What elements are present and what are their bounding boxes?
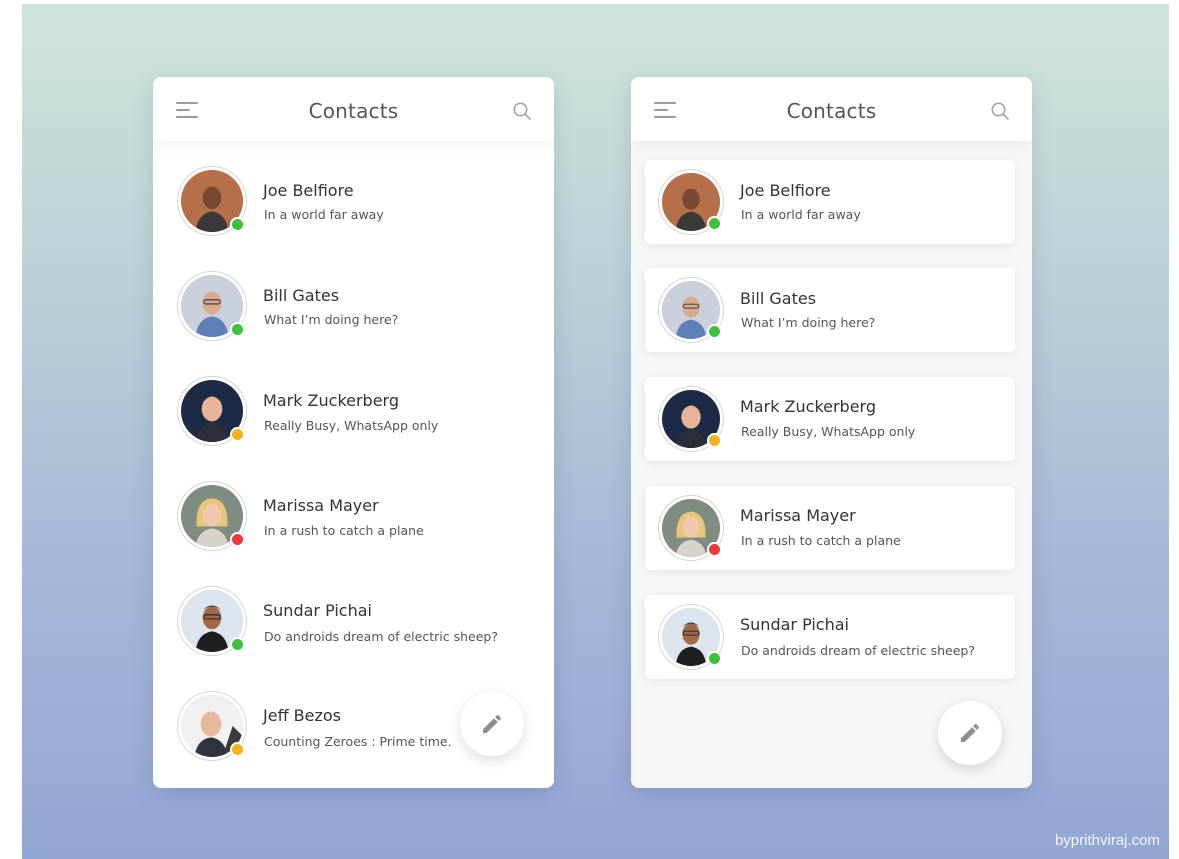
contact-status: Do androids dream of electric sheep? xyxy=(264,629,498,644)
contact-name: Marissa Mayer xyxy=(263,496,379,515)
compose-button[interactable] xyxy=(938,701,1002,765)
contact-status: In a world far away xyxy=(741,207,861,222)
presence-indicator xyxy=(230,217,245,232)
contacts-screen-list: Contacts Joe Belfiore In a world far awa… xyxy=(153,77,554,788)
contact-status: What I’m doing here? xyxy=(264,312,399,327)
contact-status: In a world far away xyxy=(264,207,384,222)
contact-row-bill-gates[interactable]: Bill Gates What I’m doing here? xyxy=(153,272,554,354)
page-title: Contacts xyxy=(786,99,877,123)
contact-status: Counting Zeroes : Prime time. xyxy=(264,734,452,749)
pencil-icon xyxy=(961,723,980,742)
contact-status: What I’m doing here? xyxy=(741,315,876,330)
pencil-icon xyxy=(483,714,502,733)
presence-indicator xyxy=(707,542,722,557)
presence-indicator xyxy=(230,322,245,337)
contact-name: Mark Zuckerberg xyxy=(263,391,400,410)
contact-row-mark-zuckerberg[interactable]: Mark Zuckerberg Really Busy, WhatsApp on… xyxy=(153,377,554,459)
search-icon[interactable] xyxy=(990,101,1010,121)
contact-card-bill-gates[interactable]: Bill Gates What I’m doing here? xyxy=(645,268,1015,352)
watermark: byprithviraj.com xyxy=(1054,832,1160,849)
contact-status: Do androids dream of electric sheep? xyxy=(741,643,975,658)
contact-row-joe-belfiore[interactable]: Joe Belfiore In a world far away xyxy=(153,167,554,249)
presence-indicator xyxy=(230,637,245,652)
presence-indicator xyxy=(707,651,722,666)
presence-indicator xyxy=(230,532,245,547)
contact-row-sundar-pichai[interactable]: Sundar Pichai Do androids dream of elect… xyxy=(153,587,554,669)
contacts-screen-cards: Contacts Joe Belfiore In a world far awa… xyxy=(631,77,1032,788)
presence-indicator xyxy=(707,324,722,339)
search-icon[interactable] xyxy=(512,101,532,121)
contact-name: Marissa Mayer xyxy=(740,506,856,525)
page-title: Contacts xyxy=(308,99,399,123)
contact-name: Bill Gates xyxy=(263,286,340,305)
contact-status: In a rush to catch a plane xyxy=(264,523,424,538)
contact-row-marissa-mayer[interactable]: Marissa Mayer In a rush to catch a plane xyxy=(153,482,554,564)
presence-indicator xyxy=(230,742,245,757)
contact-name: Jeff Bezos xyxy=(263,706,342,725)
presence-indicator xyxy=(707,216,722,231)
top-bar: Contacts xyxy=(631,77,1032,141)
contact-card-joe-belfiore[interactable]: Joe Belfiore In a world far away xyxy=(645,160,1015,244)
contact-name: Mark Zuckerberg xyxy=(740,397,877,416)
contact-card-mark-zuckerberg[interactable]: Mark Zuckerberg Really Busy, WhatsApp on… xyxy=(645,377,1015,461)
contact-name: Joe Belfiore xyxy=(263,181,354,200)
top-bar: Contacts xyxy=(153,77,554,141)
compose-button[interactable] xyxy=(460,692,524,756)
contact-card-sundar-pichai[interactable]: Sundar Pichai Do androids dream of elect… xyxy=(645,595,1015,679)
presence-indicator xyxy=(707,433,722,448)
contact-status: In a rush to catch a plane xyxy=(741,533,901,548)
contact-status: Really Busy, WhatsApp only xyxy=(741,424,916,439)
contact-name: Bill Gates xyxy=(740,289,817,308)
contact-status: Really Busy, WhatsApp only xyxy=(264,418,439,433)
presence-indicator xyxy=(230,427,245,442)
contact-card-marissa-mayer[interactable]: Marissa Mayer In a rush to catch a plane xyxy=(645,486,1015,570)
contact-name: Sundar Pichai xyxy=(263,601,372,620)
contact-name: Sundar Pichai xyxy=(740,615,849,634)
contact-name: Joe Belfiore xyxy=(740,181,831,200)
